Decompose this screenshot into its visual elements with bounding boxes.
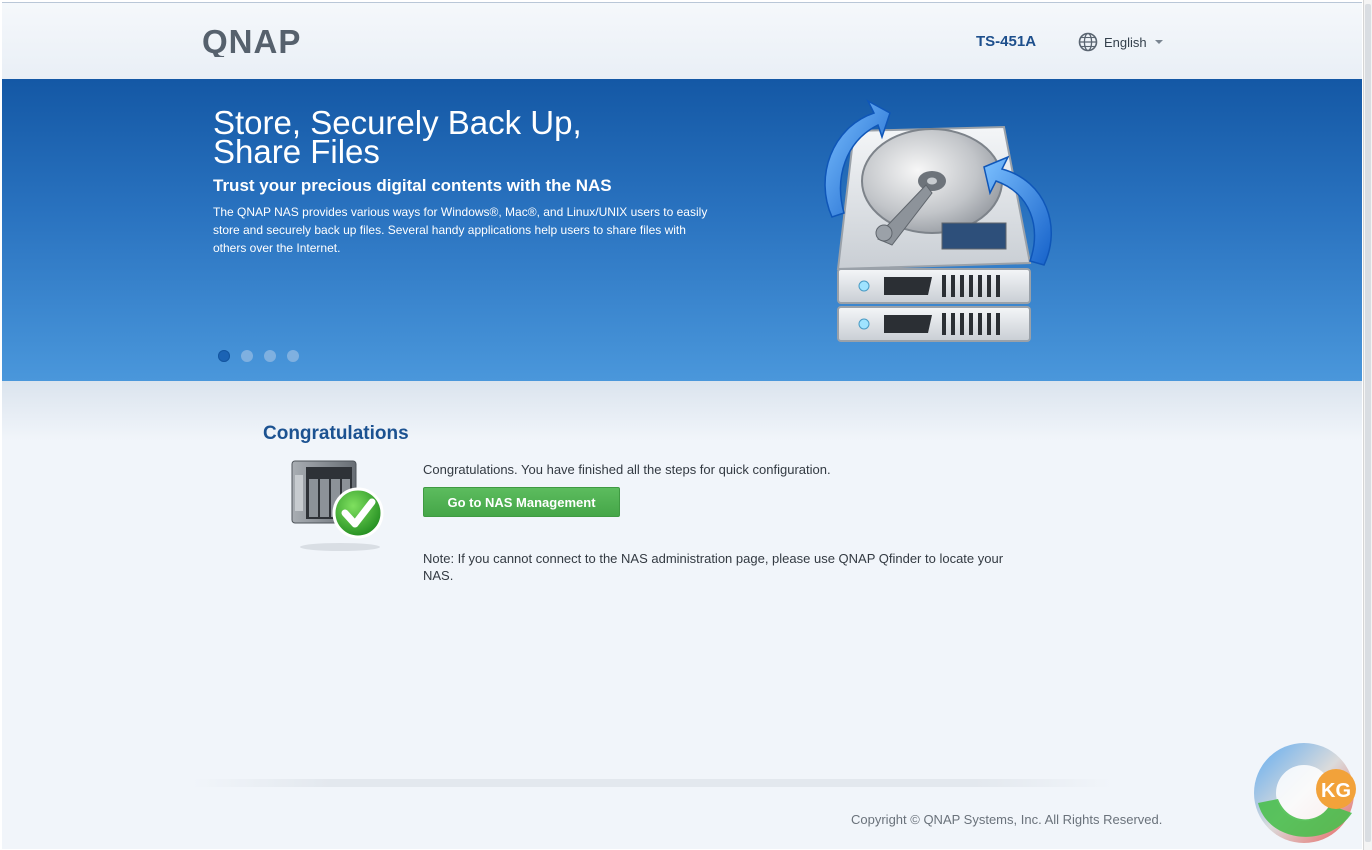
carousel-dot-1[interactable] — [218, 350, 230, 362]
copyright-text: Copyright © QNAP Systems, Inc. All Right… — [851, 812, 1163, 827]
banner-title-line-2: Share Files — [213, 133, 380, 170]
language-label: English — [1104, 34, 1147, 50]
footer-divider — [192, 779, 1112, 787]
banner-shadow — [2, 381, 1362, 441]
nas-backup-illustration-icon — [824, 99, 1052, 342]
svg-text:KG: KG — [1321, 780, 1351, 802]
header-bar: QNAP TS-451A English — [2, 3, 1362, 79]
carousel-dot-2[interactable] — [241, 350, 253, 362]
nas-success-icon — [291, 460, 384, 551]
vertical-scrollbar[interactable] — [1363, 0, 1372, 850]
chevron-down-icon — [1154, 40, 1163, 44]
banner-title: Store, Securely Back Up, Share Files — [213, 106, 733, 168]
watermark-logo-icon: KG — [1254, 743, 1356, 843]
qfinder-note: Note: If you cannot connect to the NAS a… — [423, 551, 1004, 583]
globe-icon — [1078, 32, 1098, 52]
qnap-logo: QNAP — [202, 25, 301, 57]
carousel-dot-4[interactable] — [287, 350, 299, 362]
carousel-dot-3[interactable] — [264, 350, 276, 362]
setup-page: QNAP TS-451A English Store, Securely Bac… — [2, 2, 1362, 849]
completion-message: Congratulations. You have finished all t… — [423, 462, 831, 477]
model-name: TS-451A — [976, 33, 1037, 50]
go-to-nas-management-button[interactable]: Go to NAS Management — [423, 487, 620, 517]
language-selector[interactable]: English — [1078, 31, 1163, 53]
carousel-indicators — [218, 350, 299, 362]
banner-description: The QNAP NAS provides various ways for W… — [213, 205, 708, 255]
svg-text:QNAP: QNAP — [202, 25, 301, 57]
scrollbar-thumb[interactable] — [1365, 4, 1371, 842]
congratulations-title: Congratulations — [263, 423, 409, 444]
banner-subtitle: Trust your precious digital contents wit… — [213, 176, 612, 195]
feature-banner: Store, Securely Back Up, Share Files Tru… — [2, 79, 1362, 381]
